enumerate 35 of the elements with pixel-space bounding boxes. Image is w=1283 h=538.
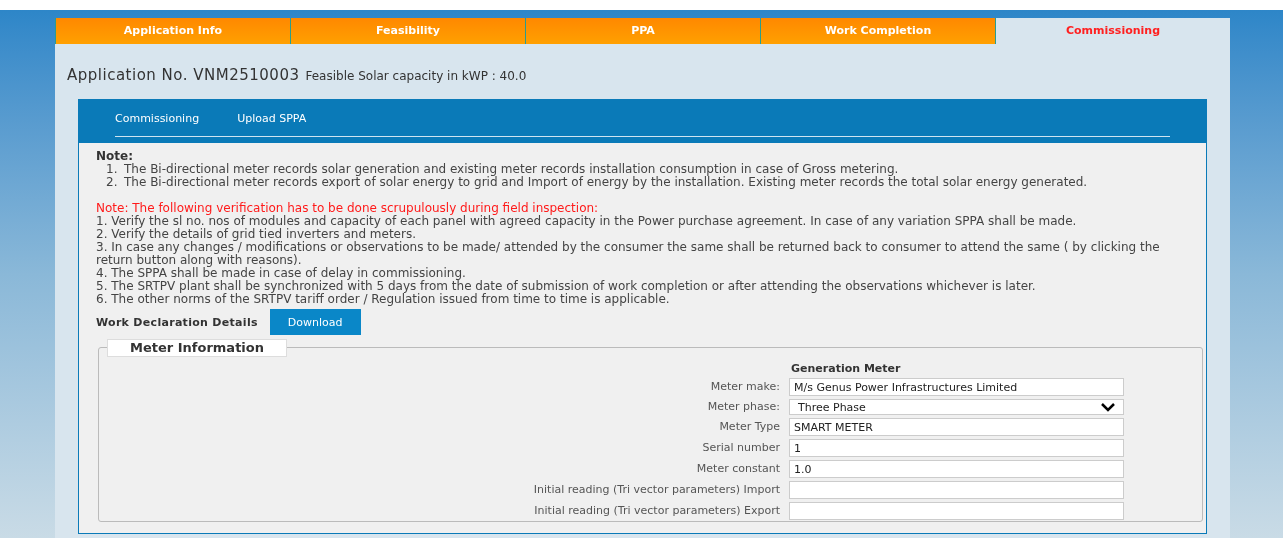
field-label: Initial reading (Tri vector parameters) Import bbox=[532, 483, 780, 497]
field-label: Serial number bbox=[701, 441, 780, 455]
verification-item: 3. In case any changes / modifications or observations to be made/ attended by the consumer the same shall be returned back to consumer to attend the same ( by clicking the return button along with reasons). bbox=[96, 241, 1161, 267]
subtab-link[interactable]: Upload SPPA bbox=[237, 110, 307, 127]
input-field[interactable] bbox=[789, 481, 1124, 499]
verification-item: 4. The SPPA shall be made in case of delay in commissioning. bbox=[96, 267, 466, 280]
column-heading: Generation Meter bbox=[790, 362, 902, 375]
list-number: 1. bbox=[106, 163, 119, 176]
verification-item: 5. The SRTPV plant shall be synchronized with 5 days from the date of submission of work completion or after attending the observations whichever is later. bbox=[96, 280, 1037, 293]
application-number: Application No. VNM2510003 bbox=[67, 65, 300, 86]
input-field[interactable]: M/s Genus Power Infrastructures Limited bbox=[789, 378, 1124, 396]
input-field[interactable]: SMART METER bbox=[789, 418, 1124, 436]
field-label: Meter make: bbox=[709, 380, 780, 394]
verification-item: 6. The other norms of the SRTPV tariff order / Regulation issued from time to time is applicable. bbox=[96, 293, 670, 306]
capacity-text: Feasible Solar capacity in kWP : 40.0 bbox=[305, 68, 527, 85]
input-field[interactable] bbox=[789, 502, 1124, 520]
verification-item: 2. Verify the details of grid tied inverters and meters. bbox=[96, 228, 417, 241]
input-field[interactable]: 1 bbox=[789, 439, 1124, 457]
meter-phase-select[interactable]: Three Phase bbox=[789, 399, 1124, 415]
field-label: Meter phase: bbox=[706, 400, 780, 414]
note-text: The Bi-directional meter records export of solar energy to grid and Import of energy by the installation. Existing meter records the total solar energy generated. bbox=[124, 176, 1088, 189]
note-text: The Bi-directional meter records solar generation and existing meter records installation consumption in case of Gross metering. bbox=[124, 163, 899, 176]
list-number: 2. bbox=[106, 176, 119, 189]
subtab-link[interactable]: Commissioning bbox=[115, 110, 200, 127]
verification-item: 1. Verify the sl no. nos of modules and capacity of each panel with agreed capacity in the Power purchase agreement. In case of any variation SPPA shall be made. bbox=[96, 215, 1078, 228]
note-title: Note: bbox=[96, 150, 134, 163]
field-label: Initial reading (Tri vector parameters) Export bbox=[533, 504, 780, 518]
field-label: Meter Type bbox=[718, 420, 780, 434]
chevron-down-icon bbox=[1101, 402, 1115, 412]
fieldset-legend: Meter Information bbox=[107, 339, 287, 357]
download-button[interactable]: Download bbox=[269, 309, 361, 335]
input-field[interactable]: 1.0 bbox=[789, 460, 1124, 478]
declaration-label: Work Declaration Details bbox=[96, 315, 258, 329]
field-label: Meter constant bbox=[695, 462, 780, 476]
verification-title: Note: The following verification has to be done scrupulously during field inspection: bbox=[96, 202, 600, 215]
